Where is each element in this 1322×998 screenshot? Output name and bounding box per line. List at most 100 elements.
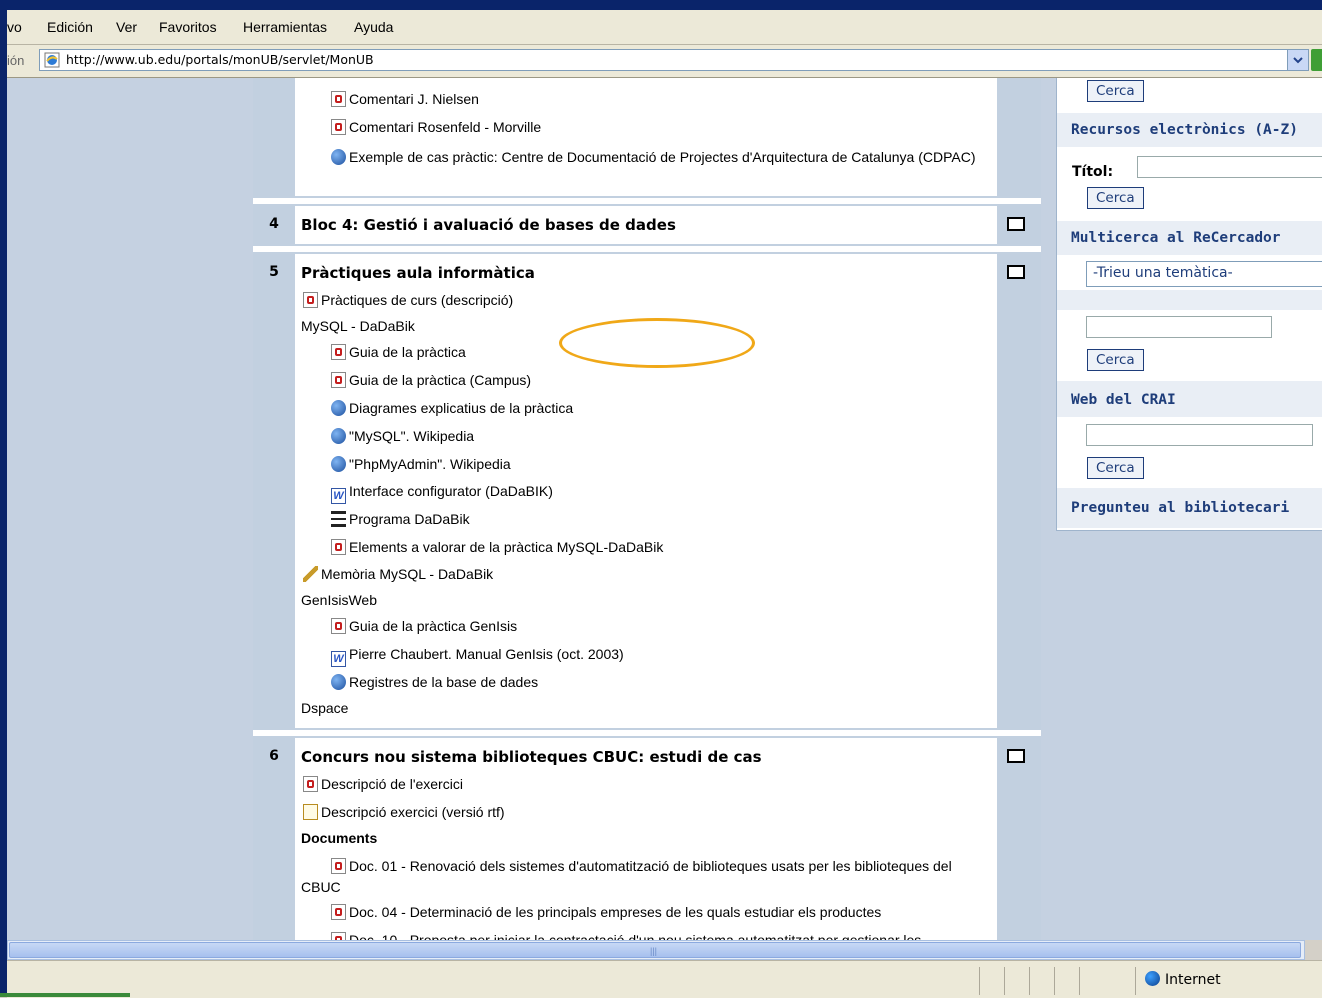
zone-label: Internet [1165, 972, 1221, 988]
item-label: Doc. 10 - Proposta per iniciar la contra… [349, 932, 922, 940]
assignment-icon [303, 566, 318, 582]
pdf-icon [331, 372, 346, 388]
word-doc-icon: W [331, 488, 346, 504]
library-sidebar: Cerca Recursos electrònics (A-Z) Títol: … [1056, 78, 1322, 531]
search-button[interactable]: Cerca [1087, 457, 1144, 479]
menu-ver[interactable]: Ver [116, 19, 137, 35]
list-item[interactable]: Guia de la pràctica (Campus) [331, 372, 531, 388]
list-item[interactable]: Programa DaDaBik [331, 511, 470, 527]
status-divider [1004, 967, 1005, 995]
menu-ayuda[interactable]: Ayuda [354, 19, 393, 35]
block-title: Concurs nou sistema biblioteques CBUC: e… [301, 748, 762, 766]
item-label: Registres de la base de dades [349, 674, 539, 690]
item-label: Doc. 04 - Determinació de les principals… [349, 904, 882, 920]
list-item[interactable]: "MySQL". Wikipedia [331, 428, 474, 444]
section-heading: Dspace [301, 700, 349, 716]
ask-librarian-heading[interactable]: Pregunteu al bibliotecari [1071, 500, 1289, 516]
list-item[interactable]: Descripció de l'exercici [303, 776, 463, 792]
multisearch-heading[interactable]: Multicerca al ReCercador [1071, 230, 1281, 246]
item-label: Doc. 01 - Renovació dels sistemes d'auto… [301, 858, 952, 895]
title-input[interactable] [1137, 156, 1322, 178]
show-hide-checkbox[interactable] [1007, 217, 1025, 231]
section-heading: GenIsisWeb [301, 592, 377, 608]
pdf-icon [331, 932, 346, 940]
item-label: Guia de la pràctica GenIsis [349, 618, 518, 634]
text-file-icon [303, 804, 318, 820]
block-number: 6 [269, 748, 279, 764]
address-input[interactable]: http://www.ub.edu/portals/monUB/servlet/… [39, 49, 1309, 71]
status-divider [1029, 967, 1030, 995]
block-title[interactable]: Bloc 4: Gestió i avaluació de bases de d… [301, 216, 676, 234]
status-bar: Internet [7, 960, 1322, 998]
list-item[interactable]: Comentari Rosenfeld - Morville [331, 119, 541, 135]
list-item[interactable]: W Interface configurator (DaDaBIK) [331, 483, 553, 504]
list-item[interactable]: Doc. 04 - Determinació de les principals… [331, 904, 881, 920]
security-zone: Internet [1145, 971, 1221, 988]
pdf-icon [303, 776, 318, 792]
list-item[interactable]: Comentari J. Nielsen [331, 91, 479, 107]
search-button[interactable]: Cerca [1087, 349, 1144, 371]
section-heading: Documents [301, 830, 378, 846]
list-item[interactable]: Doc. 01 - Renovació dels sistemes d'auto… [301, 856, 991, 898]
pdf-icon [331, 91, 346, 107]
item-label: Diagrames explicatius de la pràctica [349, 400, 574, 416]
ie-page-icon [44, 52, 60, 68]
title-label: Títol: [1072, 164, 1114, 180]
section-heading: MySQL - DaDaBik [301, 318, 415, 334]
search-button[interactable]: Cerca [1087, 187, 1144, 209]
block-number: 4 [269, 216, 279, 232]
block-6-row: 6 Concurs nou sistema biblioteques CBUC:… [253, 736, 1041, 940]
list-item[interactable]: Guia de la pràctica GenIsis [331, 618, 517, 634]
block-number: 5 [269, 264, 279, 280]
list-item[interactable]: W Pierre Chaubert. Manual GenIsis (oct. 2… [331, 646, 624, 667]
menu-edicion[interactable]: Edición [47, 19, 93, 35]
menu-bar: vo Edición Ver Favoritos Herramientas Ay… [7, 10, 1322, 45]
list-item[interactable]: "PhpMyAdmin". Wikipedia [331, 456, 511, 472]
item-label: Elements a valorar de la pràctica MySQL-… [349, 539, 664, 555]
search-button[interactable]: Cerca [1087, 80, 1144, 102]
block-3-body: Comentari J. Nielsen Comentari Rosenfeld… [295, 78, 997, 196]
list-item[interactable]: Memòria MySQL - DaDaBik [303, 566, 493, 582]
menu-herramientas[interactable]: Herramientas [243, 19, 327, 35]
block-title: Pràctiques aula informàtica [301, 264, 535, 282]
list-item[interactable]: Diagrames explicatius de la pràctica [331, 400, 573, 416]
highlight-ellipse [559, 318, 755, 368]
menu-favoritos[interactable]: Favoritos [159, 19, 217, 35]
eresources-heading[interactable]: Recursos electrònics (A-Z) [1071, 122, 1298, 138]
pdf-icon [331, 618, 346, 634]
taskbar-edge [0, 993, 130, 997]
list-item[interactable]: Exemple de cas pràctic: Centre de Docume… [301, 147, 981, 168]
chevron-down-icon[interactable] [1287, 50, 1308, 70]
item-label: Descripció de l'exercici [321, 776, 463, 792]
pdf-icon [331, 119, 346, 135]
crai-heading[interactable]: Web del CRAI [1071, 392, 1176, 408]
crai-search-input[interactable] [1086, 424, 1313, 446]
item-label: Pierre Chaubert. Manual GenIsis (oct. 20… [349, 646, 624, 662]
page-content: Comentari J. Nielsen Comentari Rosenfeld… [7, 78, 1322, 940]
pdf-icon [331, 539, 346, 555]
list-item[interactable]: Registres de la base de dades [331, 674, 538, 690]
list-item[interactable]: Guia de la pràctica [331, 344, 466, 360]
item-label: Programa DaDaBik [349, 511, 470, 527]
show-hide-checkbox[interactable] [1007, 265, 1025, 279]
block-6-body: Concurs nou sistema biblioteques CBUC: e… [295, 738, 997, 940]
menu-archivo[interactable]: vo [7, 19, 22, 35]
scrollbar-thumb[interactable]: ||| [9, 942, 1301, 958]
show-hide-checkbox[interactable] [1007, 749, 1025, 763]
list-item[interactable]: Pràctiques de curs (descripció) [303, 292, 513, 308]
list-item[interactable]: Descripció exercici (versió rtf) [303, 804, 505, 820]
web-icon [331, 428, 346, 444]
list-item[interactable]: Elements a valorar de la pràctica MySQL-… [331, 539, 663, 555]
word-doc-icon: W [331, 651, 346, 667]
horizontal-scrollbar[interactable]: ||| [7, 940, 1305, 960]
web-icon [331, 149, 346, 165]
pdf-icon [331, 904, 346, 920]
item-label: Guia de la pràctica (Campus) [349, 372, 532, 388]
window-frame-left [0, 10, 7, 997]
item-label: "MySQL". Wikipedia [349, 428, 475, 444]
topic-select[interactable]: -Trieu una temàtica- [1086, 261, 1322, 287]
web-icon [331, 674, 346, 690]
list-item[interactable]: Doc. 10 - Proposta per iniciar la contra… [331, 932, 921, 940]
go-arrow-icon[interactable] [1311, 49, 1322, 71]
multisearch-input[interactable] [1086, 316, 1272, 338]
